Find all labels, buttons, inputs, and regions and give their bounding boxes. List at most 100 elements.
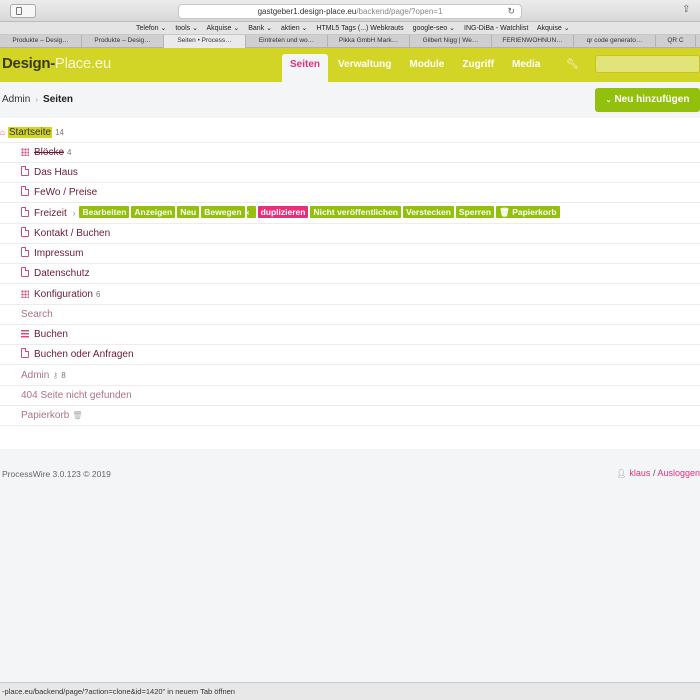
tree-item-label[interactable]: Impressum (34, 248, 83, 259)
tree-item-buchen-oder-anfragen[interactable]: Buchen oder Anfragen (0, 345, 700, 365)
trash-icon: 🗑︎ (499, 207, 513, 217)
tree-item-freizeit[interactable]: Freizeit › Bearbeiten Anzeigen Neu Bewegen ‹ du… (0, 204, 700, 224)
tree-item-label[interactable]: Admin (21, 370, 49, 381)
sidebar-icon (16, 7, 22, 15)
tree-item-konfiguration[interactable]: Konfiguration 6 (0, 285, 700, 305)
tree-root[interactable]: ⌂ Startseite 14 (0, 123, 700, 143)
tree-item-label[interactable]: Konfiguration (34, 289, 93, 300)
action-new-button[interactable]: Neu (177, 206, 200, 218)
action-hide-button[interactable]: Verstecken (403, 206, 454, 218)
key-icon: ⚷ (52, 371, 59, 380)
tree-count: 4 (67, 148, 72, 157)
site-logo[interactable]: Design-Place.eu (2, 55, 111, 72)
bookmark-google-seo[interactable]: google-seo ⌄ (413, 25, 455, 32)
action-move-button[interactable]: Bewegen (201, 206, 245, 218)
tree-item-kontakt-buchen[interactable]: Kontakt / Buchen (0, 224, 700, 244)
bookmark-tools[interactable]: tools ⌄ (175, 25, 198, 32)
browser-tab[interactable]: Gilbert Nigg | We… (410, 35, 492, 48)
nav-module[interactable]: Module (401, 54, 452, 76)
tree-item-das-haus[interactable]: Das Haus (0, 163, 700, 183)
tree-item-papierkorb[interactable]: Papierkorb 🗑︎ (0, 406, 700, 426)
home-icon: ⌂ (0, 128, 5, 137)
action-view-button[interactable]: Anzeigen (131, 206, 176, 218)
tree-item-label[interactable]: Blöcke (34, 147, 64, 158)
tree-item-label[interactable]: Buchen (34, 329, 68, 340)
tree-item-impressum[interactable]: Impressum (0, 244, 700, 264)
tree-item-buchen[interactable]: Buchen (0, 325, 700, 345)
page-icon (21, 166, 29, 176)
share-icon[interactable]: ⇪ (682, 4, 696, 18)
add-new-button[interactable]: ⌄ Neu hinzufügen (595, 88, 700, 112)
browser-tab[interactable]: QR C (656, 35, 696, 48)
page-icon (21, 207, 29, 217)
tree-item-datenschutz[interactable]: Datenschutz (0, 264, 700, 284)
bookmark-bank[interactable]: Bank ⌄ (248, 25, 272, 32)
page-icon (21, 348, 29, 358)
footer-user-link[interactable]: klaus (629, 468, 650, 478)
action-lock-button[interactable]: Sperren (455, 206, 495, 218)
sidebar-toggle-button[interactable] (10, 4, 36, 18)
page-title: Seiten (43, 94, 74, 105)
page-icon (21, 186, 29, 196)
list-icon (21, 330, 29, 338)
reload-icon[interactable]: ↻ (507, 5, 515, 18)
tree-item-fewo-preise[interactable]: FeWo / Preise (0, 183, 700, 203)
browser-status-bar: -place.eu/backend/page/?action=clone&id=… (0, 682, 700, 700)
main-nav: Seiten Verwaltung Module Zugriff Media (282, 54, 550, 82)
browser-tab[interactable]: Eintreten und wo… (246, 35, 328, 48)
bookmark-ing-diba[interactable]: ING-DiBa - Watchlist (464, 25, 528, 32)
footer-version: ProcessWire 3.0.123 © 2019 (2, 469, 111, 479)
url-bar[interactable]: gastgeber1.design-place.eu/backend/page/… (178, 4, 522, 19)
tree-item-label[interactable]: Papierkorb (21, 410, 69, 421)
tree-item-label[interactable]: FeWo / Preise (34, 187, 97, 198)
bookmark-akquise[interactable]: Akquise ⌄ (207, 25, 240, 32)
admin-search-input[interactable] (596, 58, 699, 74)
breadcrumb-admin[interactable]: Admin (2, 94, 30, 105)
action-copy-button[interactable]: duplizieren (257, 206, 309, 218)
nav-zugriff[interactable]: Zugriff (454, 54, 502, 76)
bookmark-html5-tags[interactable]: HTML5 Tags (...) Webkrauts (316, 25, 403, 32)
admin-search[interactable] (595, 55, 700, 74)
page-tree: ⌂ Startseite 14 Blöcke 4 Das Haus FeWo / Pr… (0, 118, 700, 449)
nav-media[interactable]: Media (504, 54, 548, 76)
admin-footer: ProcessWire 3.0.123 © 2019 👤︎ klaus / Aus… (0, 449, 700, 682)
action-trash-label: Papierkorb (512, 207, 557, 217)
tree-item-label[interactable]: Search (21, 309, 53, 320)
tree-item-label[interactable]: Das Haus (34, 167, 78, 178)
tree-item-search[interactable]: Search (0, 305, 700, 325)
browser-tab[interactable]: Pikka GmbH Mark… (328, 35, 410, 48)
tree-item-bloecke[interactable]: Blöcke 4 (0, 143, 700, 163)
browser-tab-bar: Produkte – Desig… Produkte – Desig… Seit… (0, 35, 700, 48)
browser-tab[interactable]: Produkte – Desig… (0, 35, 82, 48)
action-trash-button[interactable]: 🗑︎ Papierkorb (496, 206, 560, 218)
tree-item-label[interactable]: Freizeit (34, 208, 67, 219)
tree-count: 6 (95, 290, 101, 299)
nav-verwaltung[interactable]: Verwaltung (330, 54, 399, 76)
bookmark-aktien[interactable]: aktien ⌄ (281, 25, 308, 32)
tree-item-admin[interactable]: Admin ⚷ 8 (0, 366, 700, 386)
tree-count: 14 (55, 128, 64, 137)
browser-tab[interactable]: qr code generato… (574, 35, 656, 48)
browser-tab[interactable]: FERIENWOHNUN… (492, 35, 574, 48)
tree-item-label[interactable]: Buchen oder Anfragen (34, 349, 134, 360)
browser-tab[interactable]: Produkte – Desig… (82, 35, 164, 48)
action-unpublish-button[interactable]: Nicht veröffentlichen (310, 206, 401, 218)
bookmark-telefon[interactable]: Telefon ⌄ (136, 25, 166, 32)
tree-item-label[interactable]: Kontakt / Buchen (34, 228, 110, 239)
tree-item-label[interactable]: Datenschutz (34, 268, 90, 279)
action-edit-button[interactable]: Bearbeiten (79, 206, 130, 218)
action-more-button[interactable]: ‹ (246, 206, 256, 218)
tree-item-label[interactable]: 404 Seite nicht gefunden (21, 390, 132, 401)
footer-user: 👤︎ klaus / Ausloggen (616, 468, 700, 478)
logo-text-light: Place.eu (54, 55, 111, 72)
breadcrumb: Admin › Seiten (2, 94, 73, 105)
bookmark-akquise-2[interactable]: Akquise ⌄ (537, 25, 570, 32)
nav-seiten[interactable]: Seiten (282, 54, 329, 82)
tree-root-label[interactable]: Startseite (7, 127, 53, 138)
trash-icon: 🗑︎ (72, 411, 83, 420)
page-icon (21, 247, 29, 257)
logout-link[interactable]: Ausloggen (657, 468, 700, 478)
tree-item-404[interactable]: 404 Seite nicht gefunden (0, 386, 700, 406)
wrench-icon[interactable]: 🔧︎ (566, 59, 579, 71)
browser-tab-active[interactable]: Seiten • Process… (164, 35, 246, 48)
